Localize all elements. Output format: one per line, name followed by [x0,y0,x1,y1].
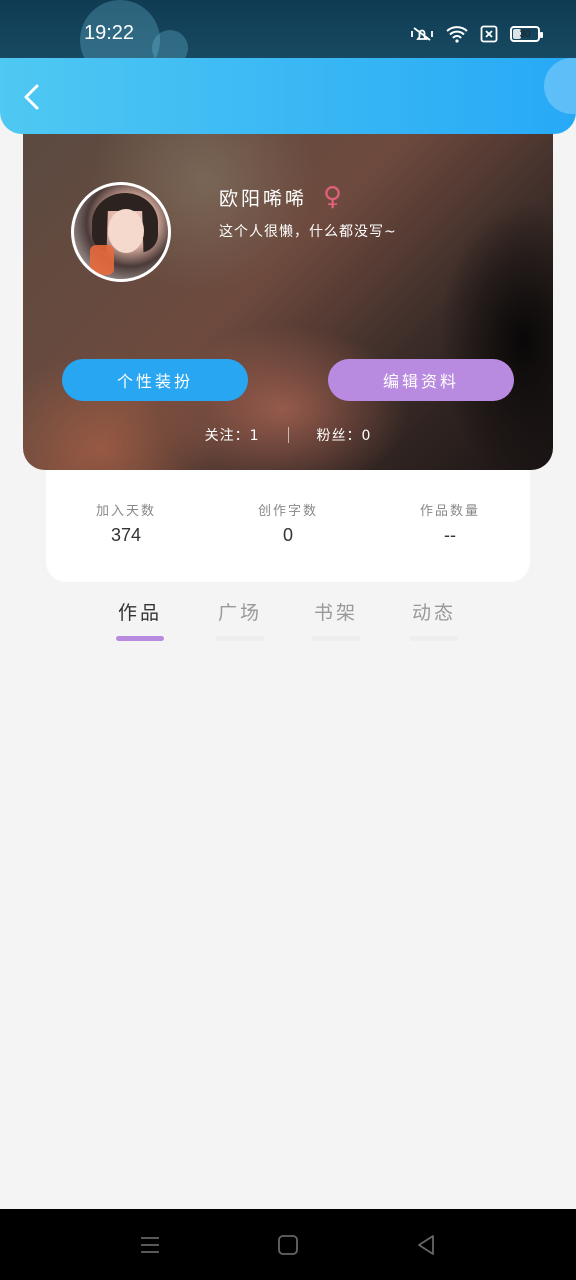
user-name: 欧阳唏唏 [219,187,308,210]
tab-indicator [312,636,360,641]
stat-works-count: 作品数量 -- [390,500,510,546]
status-time: 19:22 [84,22,135,44]
status-icons: 30 [410,24,543,44]
tab-indicator [116,636,164,641]
battery-icon: 30 [510,26,543,42]
fans-count[interactable]: 粉丝：0 [317,425,372,445]
sim-off-icon [480,25,498,43]
personal-dress-button[interactable]: 个性装扮 [62,359,248,401]
stat-label: 创作字数 [257,504,318,519]
menu-icon[interactable] [138,1233,162,1257]
user-bio: 这个人很懒，什么都没写~ [219,224,397,240]
stat-value: 0 [282,525,293,545]
follow-stats: 关注：1 粉丝：0 [23,425,553,445]
status-bar: 19:22 30 [0,0,576,58]
tab-label: 动态 [411,602,456,624]
profile-card: 欧阳唏唏 ♀ 这个人很懒，什么都没写~ 个性装扮 编辑资料 关注：1 粉丝：0 [23,120,553,470]
top-header [0,58,576,134]
system-nav-bar [0,1209,576,1280]
stat-join-days: 加入天数 374 [66,500,186,546]
tab-activity[interactable]: 动态 [394,598,474,641]
content-tabs: 作品 广场 书架 动态 [0,598,576,648]
female-gender-icon: ♀ [323,182,346,212]
stat-value: 374 [110,525,142,545]
tab-indicator [216,636,264,641]
avatar[interactable] [71,182,171,282]
wifi-icon [446,26,468,43]
divider [287,427,289,443]
back-arrow-icon[interactable] [18,82,48,112]
home-icon[interactable] [276,1233,300,1257]
edit-profile-button[interactable]: 编辑资料 [328,359,514,401]
vibrate-mute-icon [411,27,433,41]
decor-bubble [152,30,188,58]
tab-works[interactable]: 作品 [100,598,180,641]
battery-level: 30 [519,28,531,40]
tab-label: 书架 [313,602,358,624]
stat-label: 作品数量 [419,504,480,519]
tab-label: 广场 [217,602,262,624]
stat-word-count: 创作字数 0 [228,500,348,546]
stats-card: 加入天数 374 创作字数 0 作品数量 -- [46,460,530,582]
stat-value: -- [444,525,456,545]
follow-count[interactable]: 关注：1 [205,425,260,445]
back-triangle-icon[interactable] [414,1233,438,1257]
decor-bubble [544,58,576,114]
user-name-row: 欧阳唏唏 ♀ [219,182,345,212]
tab-label: 作品 [117,602,162,624]
tab-square[interactable]: 广场 [200,598,280,641]
stat-label: 加入天数 [95,504,156,519]
tab-indicator [410,636,458,641]
tab-bookshelf[interactable]: 书架 [296,598,376,641]
